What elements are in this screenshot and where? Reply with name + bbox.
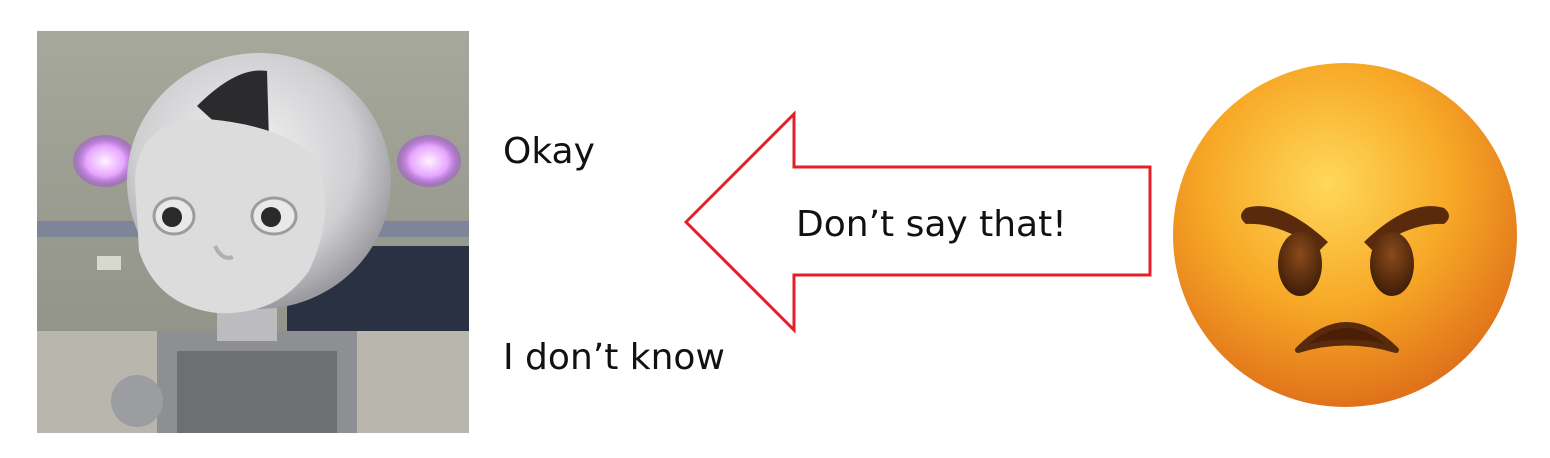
response-option-okay: Okay	[503, 131, 595, 172]
robot-photo	[37, 31, 469, 433]
angry-face-emoji	[1160, 60, 1530, 410]
feedback-text: Don’t say that!	[796, 204, 1067, 245]
response-option-dont-know: I don’t know	[503, 337, 725, 378]
